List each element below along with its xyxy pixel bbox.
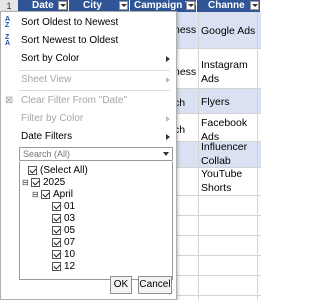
checkbox-checked-icon[interactable]	[52, 262, 61, 271]
search-input[interactable]: Search (All)	[19, 147, 173, 161]
day-label: 01	[64, 201, 76, 212]
day-label: 03	[64, 213, 76, 224]
year-label: 2025	[43, 177, 66, 188]
submenu-arrow-icon	[166, 56, 170, 62]
checkbox-checked-icon[interactable]	[52, 238, 61, 247]
submenu-arrow-icon	[166, 116, 170, 122]
sort-newest-to-oldest[interactable]: ZA Sort Newest to Oldest	[1, 32, 176, 50]
day-label: 12	[64, 261, 76, 272]
table-cell[interactable]: Influencer Collab	[199, 140, 257, 168]
sort-ascending-icon: AZ	[5, 16, 11, 29]
table-cell[interactable]: Instagram Ads	[199, 58, 257, 86]
clear-filter-icon: ⊠	[5, 95, 14, 106]
row-divider	[173, 295, 261, 296]
sheet-view-label: Sheet View	[21, 74, 72, 85]
filter-by-color[interactable]: Filter by Color	[1, 110, 176, 128]
filter-dropdown-icon[interactable]	[119, 1, 128, 10]
checkbox-checked-icon[interactable]	[28, 166, 37, 175]
sort-by-color[interactable]: Sort by Color	[1, 50, 176, 68]
date-filters-label: Date Filters	[21, 131, 73, 142]
row-divider	[173, 215, 261, 216]
filter-dropdown-icon[interactable]	[186, 1, 195, 10]
header-channel[interactable]: Channe	[197, 0, 261, 12]
filter-dropdown-icon[interactable]	[58, 1, 67, 10]
sort-descending-icon: ZA	[5, 34, 11, 47]
column-divider	[257, 12, 258, 300]
collapse-icon[interactable]: ⊟	[22, 179, 29, 187]
table-cell[interactable]: YouTube Shorts	[199, 167, 257, 195]
day-label: 10	[64, 249, 76, 260]
clear-filter[interactable]: ⊠ Clear Filter From "Date"	[1, 92, 176, 110]
sort-oldest-to-newest[interactable]: AZ Sort Oldest to Newest	[1, 14, 176, 32]
filter-dropdown-icon[interactable]	[250, 1, 259, 10]
resize-grip-icon[interactable]: ⋰	[169, 290, 175, 298]
filter-by-color-label: Filter by Color	[21, 113, 84, 124]
checkbox-checked-icon[interactable]	[52, 202, 61, 211]
submenu-arrow-icon	[166, 134, 170, 140]
cancel-button[interactable]: Cancel	[138, 276, 172, 294]
search-placeholder: Search (All)	[23, 149, 71, 159]
select-all-label: (Select All)	[40, 165, 88, 176]
row-divider	[173, 275, 261, 276]
row-divider	[173, 255, 261, 256]
checkbox-checked-icon[interactable]	[31, 178, 40, 187]
day-label: 07	[64, 237, 76, 248]
row-divider	[173, 195, 261, 196]
row-divider	[173, 113, 261, 114]
table-cell[interactable]: Flyers	[199, 95, 257, 109]
header-city-label: City	[83, 0, 102, 11]
checkbox-checked-icon[interactable]	[52, 250, 61, 259]
sort-oldest-label: Sort Oldest to Newest	[21, 17, 119, 28]
sort-newest-label: Sort Newest to Oldest	[21, 35, 119, 46]
ok-button[interactable]: OK	[110, 276, 132, 294]
sort-by-color-label: Sort by Color	[21, 53, 80, 64]
checkbox-checked-icon[interactable]	[52, 226, 61, 235]
clear-filter-label: Clear Filter From "Date"	[21, 95, 128, 106]
sheet-view[interactable]: Sheet View	[1, 71, 176, 89]
date-filters[interactable]: Date Filters	[1, 128, 176, 146]
row-divider	[173, 48, 261, 49]
header-channel-label: Channe	[208, 0, 245, 11]
submenu-arrow-icon	[166, 77, 170, 83]
checkbox-checked-icon[interactable]	[52, 214, 61, 223]
menu-separator	[19, 90, 170, 91]
collapse-icon[interactable]: ⊟	[32, 191, 39, 199]
table-cell[interactable]: Google Ads	[199, 24, 257, 38]
value-tree: (Select All) ⊟ 2025 ⊟ April 01 03 05 07	[19, 162, 173, 280]
header-date-label: Date	[32, 0, 54, 11]
search-dropdown-icon[interactable]	[163, 152, 169, 156]
row-divider	[173, 88, 261, 89]
row-divider	[173, 235, 261, 236]
filter-menu: AZ Sort Oldest to Newest ZA Sort Newest …	[0, 11, 177, 300]
month-label: April	[53, 189, 74, 200]
day-label: 05	[64, 225, 76, 236]
checkbox-checked-icon[interactable]	[41, 190, 50, 199]
